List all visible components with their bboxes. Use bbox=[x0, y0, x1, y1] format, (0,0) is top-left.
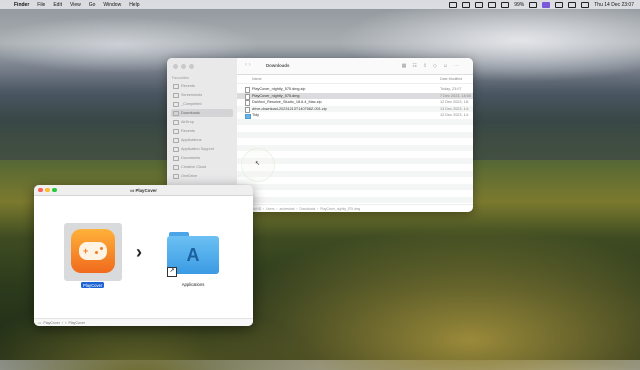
status-icon[interactable] bbox=[462, 1, 471, 8]
sidebar-item-recents[interactable]: Recents bbox=[171, 82, 233, 90]
path-item[interactable]: PlayCover bbox=[68, 321, 85, 325]
menu-window[interactable]: Window bbox=[103, 2, 121, 8]
clock-icon bbox=[173, 83, 179, 89]
window-controls bbox=[173, 64, 194, 69]
empty-row bbox=[237, 196, 473, 203]
bluetooth-icon[interactable] bbox=[555, 1, 564, 8]
sidebar-item-creative-cloud[interactable]: Creative Cloud bbox=[171, 163, 233, 171]
path-item[interactable]: PlayCover_nightly_575.dmg bbox=[320, 207, 360, 211]
sidebar-header: Favourites bbox=[172, 76, 189, 80]
menu-file[interactable]: File bbox=[37, 2, 45, 8]
status-icon[interactable] bbox=[475, 1, 484, 8]
mouse-cursor-icon: ↖ bbox=[255, 161, 261, 167]
window-title: ▭ PlayCover bbox=[130, 187, 157, 193]
menu-edit[interactable]: Edit bbox=[53, 2, 62, 8]
battery-icon[interactable] bbox=[501, 1, 510, 8]
applications-icon bbox=[173, 137, 179, 143]
zoom-button[interactable] bbox=[189, 64, 194, 69]
app-icon: ▪ bbox=[65, 320, 67, 325]
status-icon[interactable] bbox=[488, 1, 497, 8]
menu-bar: Finder File Edit View Go Window Help 99%… bbox=[0, 0, 640, 9]
group-icon[interactable]: ☷ bbox=[412, 63, 416, 69]
folder-icon bbox=[173, 101, 179, 107]
sidebar-item-airdrop[interactable]: AirDrop bbox=[171, 118, 233, 126]
path-item[interactable]: Downloads bbox=[299, 207, 315, 211]
wifi-icon[interactable] bbox=[529, 1, 538, 8]
alias-arrow-icon: ↗ bbox=[167, 267, 177, 277]
screen-record-icon[interactable] bbox=[542, 1, 551, 8]
sidebar-item-screenshots[interactable]: Screenshots bbox=[171, 91, 233, 99]
action-icon[interactable]: ☺ bbox=[443, 63, 448, 69]
dmg-window: ▭ PlayCover + PlayCover › A ↗ Applicatio… bbox=[34, 185, 253, 326]
empty-row bbox=[237, 144, 473, 151]
playcover-app-icon[interactable]: + bbox=[71, 229, 115, 273]
menu-help[interactable]: Help bbox=[129, 2, 139, 8]
close-button[interactable] bbox=[173, 64, 178, 69]
more-icon[interactable]: ⋯ bbox=[454, 63, 459, 69]
applications-label: Applications bbox=[181, 282, 205, 287]
battery-percent: 99% bbox=[514, 1, 525, 8]
disk-icon: ▭ bbox=[38, 320, 42, 325]
folder-icon bbox=[173, 146, 179, 152]
path-item[interactable]: PlayCover bbox=[43, 321, 60, 325]
menu-go[interactable]: Go bbox=[89, 2, 96, 8]
disk-icon: ▭ bbox=[130, 187, 135, 193]
folder-icon bbox=[173, 92, 179, 98]
tag-icon[interactable]: ◇ bbox=[433, 63, 437, 69]
control-center-icon[interactable] bbox=[581, 1, 590, 8]
empty-row bbox=[237, 183, 473, 190]
sidebar-item-application-support[interactable]: Application Support bbox=[171, 145, 233, 153]
menu-clock[interactable]: Thu 14 Dec 23:07 bbox=[594, 2, 634, 8]
minimize-button[interactable] bbox=[181, 64, 186, 69]
dmg-titlebar: ▭ PlayCover bbox=[34, 185, 253, 196]
search-icon[interactable] bbox=[568, 1, 577, 8]
menu-view[interactable]: View bbox=[70, 2, 81, 8]
path-bar: Macintosh HD› Users› andrewtral› Downloa… bbox=[237, 204, 473, 212]
empty-row bbox=[237, 118, 473, 125]
clock-icon bbox=[173, 128, 179, 134]
gamepad-icon: + bbox=[79, 242, 107, 260]
sidebar-item-applications[interactable]: Applications bbox=[171, 136, 233, 144]
column-header: Name Date Modified bbox=[237, 75, 473, 84]
finder-toolbar: ‹ › Downloads ▦ ☷ ⇪ ◇ ☺ ⋯ bbox=[237, 58, 473, 75]
dmg-path-bar: ▭ PlayCover › ▪ PlayCover bbox=[34, 318, 253, 326]
sidebar-item-recents-2[interactable]: Recents bbox=[171, 127, 233, 135]
window-title: Downloads bbox=[266, 63, 290, 68]
sidebar-item-onedrive[interactable]: OneDrive bbox=[171, 172, 233, 180]
empty-row bbox=[237, 131, 473, 138]
back-forward-icon[interactable]: ‹ › bbox=[245, 62, 251, 68]
cloud-icon bbox=[173, 173, 179, 179]
document-icon bbox=[173, 155, 179, 161]
folder-icon bbox=[173, 164, 179, 170]
view-options-icon[interactable]: ▦ bbox=[402, 63, 407, 69]
path-item[interactable]: Users bbox=[266, 207, 274, 211]
app-label: PlayCover bbox=[81, 282, 105, 288]
share-icon[interactable]: ⇪ bbox=[423, 63, 427, 69]
download-icon bbox=[173, 110, 179, 116]
sidebar-item-completed[interactable]: _Completed bbox=[171, 100, 233, 108]
column-date[interactable]: Date Modified bbox=[440, 77, 462, 81]
status-icon[interactable] bbox=[449, 1, 458, 8]
chevron-right-icon: › bbox=[136, 242, 142, 262]
sidebar-item-documents[interactable]: Documents bbox=[171, 154, 233, 162]
path-item[interactable]: andrewtral bbox=[279, 207, 294, 211]
sidebar-item-downloads[interactable]: Downloads bbox=[171, 109, 233, 117]
airdrop-icon bbox=[173, 119, 179, 125]
app-menu-finder[interactable]: Finder bbox=[14, 2, 29, 8]
column-name[interactable]: Name bbox=[252, 77, 262, 81]
